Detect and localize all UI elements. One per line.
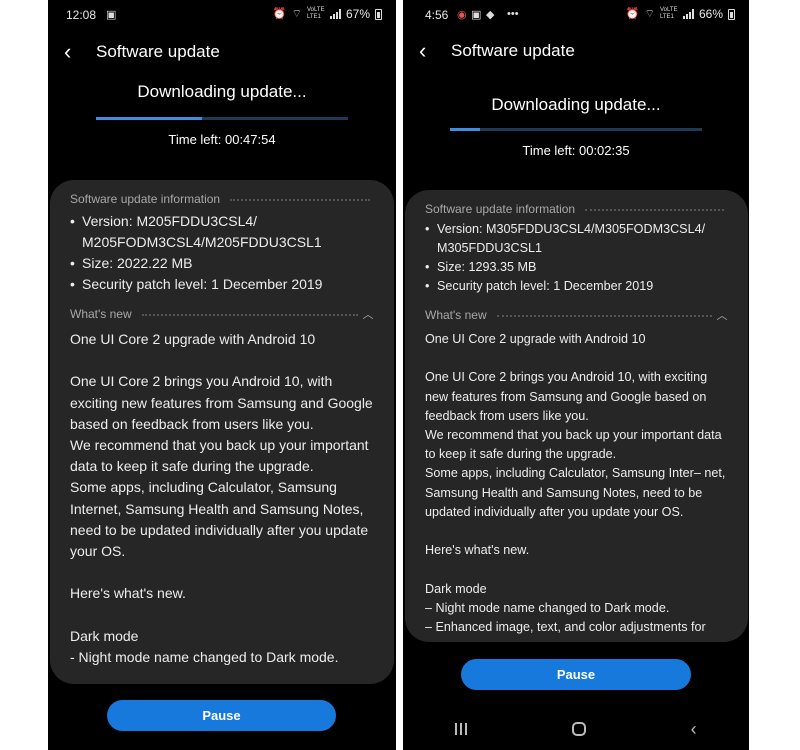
carrier-label: VoLTE LTE1 xyxy=(306,7,325,20)
image-icon: ▣ xyxy=(106,9,117,21)
pause-button[interactable]: Pause xyxy=(461,659,691,690)
status-time: 4:56 xyxy=(425,8,449,22)
info-section-header: Software update information xyxy=(425,200,728,218)
pause-button[interactable]: Pause xyxy=(107,700,336,731)
info-size: Size: 1293.35 MB xyxy=(425,258,728,277)
home-icon[interactable] xyxy=(571,722,586,736)
section-divider xyxy=(230,199,370,201)
info-size: Size: 2022.22 MB xyxy=(70,253,374,274)
app-bar: ‹ Software update xyxy=(48,40,396,70)
whats-new-header[interactable]: What's new ︿ xyxy=(70,305,374,323)
info-list: Version: M305FDDU3CSL4/M305FODM3CSL4/ M3… xyxy=(425,220,728,296)
info-security-patch: Security patch level: 1 December 2019 xyxy=(425,277,728,296)
recents-icon[interactable] xyxy=(455,723,468,735)
carrier-label: VoLTE LTE1 xyxy=(659,7,678,20)
section-divider xyxy=(585,209,724,211)
signal-icon xyxy=(682,9,694,19)
status-bar: 12:08 ▣ ⏰ ⌔ VoLTE LTE1 67% xyxy=(48,0,396,30)
info-version: Version: M305FDDU3CSL4/M305FODM3CSL4/ M3… xyxy=(425,220,728,258)
whats-new-title: What's new xyxy=(70,307,132,321)
status-bar: 4:56 ◉ ▣ ◆ ••• ⏰ ⌔ VoLTE LTE1 66% xyxy=(403,0,749,30)
phone-screen-left: 12:08 ▣ ⏰ ⌔ VoLTE LTE1 67% ‹ Software up… xyxy=(48,0,396,750)
battery-percent: 66% xyxy=(698,7,723,21)
page-title: Software update xyxy=(96,42,220,61)
time-left: Time left: 00:47:54 xyxy=(168,132,276,147)
battery-percent: 67% xyxy=(345,7,370,21)
chevron-up-icon[interactable]: ︿ xyxy=(362,306,374,322)
info-section-header: Software update information xyxy=(70,190,374,208)
back-arrow-icon[interactable]: ‹ xyxy=(419,39,426,63)
info-list: Version: M205FDDU3CSL4/ M205FODM3CSL4/M2… xyxy=(70,211,374,295)
nav-back-icon[interactable]: ‹ xyxy=(691,720,697,738)
download-progress-fill xyxy=(96,117,202,120)
whats-new-title: What's new xyxy=(425,308,487,322)
info-version: Version: M205FDDU3CSL4/ M205FODM3CSL4/M2… xyxy=(70,211,374,253)
download-heading: Downloading update... xyxy=(491,95,661,114)
app-notification-icon: ◆ xyxy=(486,9,495,21)
battery-icon xyxy=(375,8,382,20)
update-info-card[interactable]: Software update information Version: M20… xyxy=(50,180,394,684)
time-left: Time left: 00:02:35 xyxy=(522,143,630,158)
alarm-icon: ⏰ xyxy=(272,8,287,20)
back-arrow-icon[interactable]: ‹ xyxy=(64,40,71,64)
info-security-patch: Security patch level: 1 December 2019 xyxy=(70,274,374,295)
app-bar: ‹ Software update xyxy=(403,39,749,69)
info-section-title: Software update information xyxy=(425,202,576,216)
app-notification-icon: ◉ xyxy=(457,9,467,21)
signal-icon xyxy=(329,9,341,19)
alarm-icon: ⏰ xyxy=(625,8,640,20)
info-section-title: Software update information xyxy=(70,192,221,206)
download-progress-bar xyxy=(96,117,348,120)
navigation-bar: ‹ xyxy=(403,708,749,750)
status-time: 12:08 xyxy=(66,8,97,22)
download-progress-bar xyxy=(450,128,702,131)
section-divider xyxy=(496,315,712,317)
chevron-up-icon[interactable]: ︿ xyxy=(716,307,728,323)
app-notification-icon: ▣ xyxy=(471,9,482,21)
wifi-icon: ⌔ xyxy=(644,8,655,20)
section-divider xyxy=(141,314,358,316)
page-title: Software update xyxy=(451,41,575,60)
whats-new-header[interactable]: What's new ︿ xyxy=(425,306,728,324)
download-progress-fill xyxy=(450,128,481,131)
whats-new-body: One UI Core 2 upgrade with Android 10 On… xyxy=(425,332,726,635)
battery-icon xyxy=(728,8,735,20)
whats-new-body: One UI Core 2 upgrade with Android 10 On… xyxy=(70,331,373,666)
phone-screen-right: 4:56 ◉ ▣ ◆ ••• ⏰ ⌔ VoLTE LTE1 66% ‹ Soft… xyxy=(403,0,749,750)
update-info-card[interactable]: Software update information Version: M30… xyxy=(405,190,748,642)
wifi-icon: ⌔ xyxy=(291,8,302,20)
more-icon: ••• xyxy=(507,8,519,20)
download-heading: Downloading update... xyxy=(137,82,307,101)
